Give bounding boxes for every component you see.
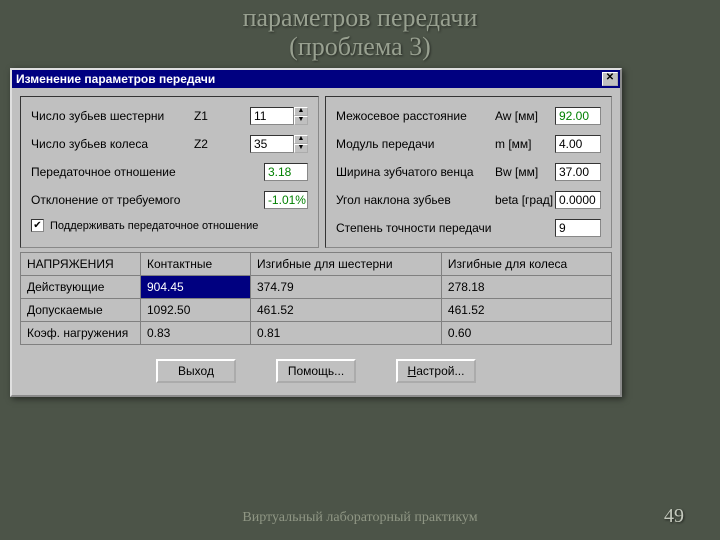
bw-input[interactable]: 37.00	[555, 163, 601, 181]
dialog-title: Изменение параметров передачи	[16, 72, 215, 86]
ratio-label: Передаточное отношение	[31, 165, 264, 179]
cell-allow-wheel[interactable]: 461.52	[441, 299, 611, 322]
aw-unit: Aw [мм]	[495, 109, 555, 123]
right-panel: Межосевое расстояние Aw [мм] 92.00 Модул…	[325, 96, 612, 248]
dev-label: Отклонение от требуемого	[31, 193, 264, 207]
z2-input[interactable]: 35	[250, 135, 294, 153]
cell-allow-contact[interactable]: 1092.50	[141, 299, 251, 322]
table-row[interactable]: Коэф. нагружения 0.83 0.81 0.60	[21, 322, 612, 345]
exit-button[interactable]: Выход	[156, 359, 236, 383]
aw-label: Межосевое расстояние	[336, 109, 495, 123]
setup-hotkey: Н	[408, 364, 417, 378]
z2-symbol: Z2	[194, 137, 250, 151]
row-acting-label: Действующие	[21, 276, 141, 299]
bw-label: Ширина зубчатого венца	[336, 165, 495, 179]
acc-input[interactable]: 9	[555, 219, 601, 237]
th-bend-wheel: Изгибные для колеса	[441, 253, 611, 276]
z1-spinner[interactable]: 11 ▲ ▼	[250, 107, 308, 125]
th-stress: НАПРЯЖЕНИЯ	[21, 253, 141, 276]
z2-label: Число зубьев колеса	[31, 137, 194, 151]
slide-title: параметров передачи (проблема 3)	[0, 0, 720, 61]
help-button[interactable]: Помощь...	[276, 359, 356, 383]
cell-acting-contact[interactable]: 904.45	[141, 276, 251, 299]
z1-input[interactable]: 11	[250, 107, 294, 125]
left-panel: Число зубьев шестерни Z1 11 ▲ ▼ Число зу…	[20, 96, 319, 248]
beta-unit: beta [град]	[495, 193, 555, 207]
close-icon[interactable]: ✕	[602, 72, 618, 86]
dev-output: -1.01%	[264, 191, 308, 209]
ratio-output: 3.18	[264, 163, 308, 181]
z2-spin-down-icon[interactable]: ▼	[294, 144, 308, 153]
z1-label: Число зубьев шестерни	[31, 109, 194, 123]
keep-ratio-label: Поддерживать передаточное отношение	[50, 220, 258, 232]
cell-coef-pinion[interactable]: 0.81	[251, 322, 442, 345]
stress-table: НАПРЯЖЕНИЯ Контактные Изгибные для шесте…	[20, 252, 612, 345]
checkbox-icon[interactable]: ✔	[31, 219, 44, 232]
stress-table-wrap: НАПРЯЖЕНИЯ Контактные Изгибные для шесте…	[12, 252, 620, 349]
page-number: 49	[664, 505, 684, 528]
slide-title-2: (проблема 3)	[289, 32, 431, 61]
acc-label: Степень точности передачи	[336, 221, 555, 235]
table-row[interactable]: Действующие 904.45 374.79 278.18	[21, 276, 612, 299]
cell-acting-pinion[interactable]: 374.79	[251, 276, 442, 299]
keep-ratio-checkbox[interactable]: ✔ Поддерживать передаточное отношение	[31, 219, 308, 232]
m-input[interactable]: 4.00	[555, 135, 601, 153]
setup-rest: астрой...	[416, 364, 464, 378]
cell-coef-wheel[interactable]: 0.60	[441, 322, 611, 345]
row-allow-label: Допускаемые	[21, 299, 141, 322]
dialog-window: Изменение параметров передачи ✕ Число зу…	[10, 68, 622, 397]
cell-acting-wheel[interactable]: 278.18	[441, 276, 611, 299]
cell-coef-contact[interactable]: 0.83	[141, 322, 251, 345]
button-row: Выход Помощь... Настрой...	[12, 349, 620, 395]
table-header-row: НАПРЯЖЕНИЯ Контактные Изгибные для шесте…	[21, 253, 612, 276]
m-unit: m [мм]	[495, 137, 555, 151]
z2-spin-up-icon[interactable]: ▲	[294, 135, 308, 144]
th-bend-pinion: Изгибные для шестерни	[251, 253, 442, 276]
slide-footer: Виртуальный лабораторный практикум	[0, 510, 720, 526]
setup-button[interactable]: Настрой...	[396, 359, 476, 383]
slide-title-1: параметров передачи	[243, 3, 478, 32]
th-contact: Контактные	[141, 253, 251, 276]
cell-allow-pinion[interactable]: 461.52	[251, 299, 442, 322]
table-row[interactable]: Допускаемые 1092.50 461.52 461.52	[21, 299, 612, 322]
m-label: Модуль передачи	[336, 137, 495, 151]
beta-label: Угол наклона зубьев	[336, 193, 495, 207]
z1-spin-up-icon[interactable]: ▲	[294, 107, 308, 116]
row-coef-label: Коэф. нагружения	[21, 322, 141, 345]
z1-spin-down-icon[interactable]: ▼	[294, 116, 308, 125]
titlebar[interactable]: Изменение параметров передачи ✕	[12, 70, 620, 88]
bw-unit: Bw [мм]	[495, 165, 555, 179]
z2-spinner[interactable]: 35 ▲ ▼	[250, 135, 308, 153]
beta-input[interactable]: 0.0000	[555, 191, 601, 209]
aw-input[interactable]: 92.00	[555, 107, 601, 125]
z1-symbol: Z1	[194, 109, 250, 123]
